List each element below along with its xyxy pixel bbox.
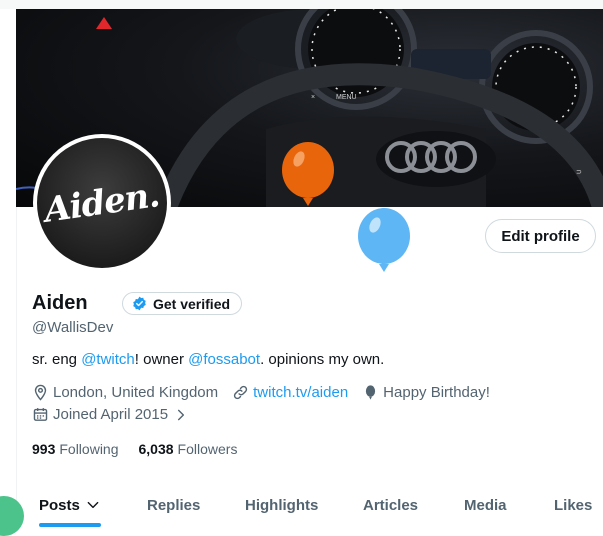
active-tab-indicator: [39, 523, 101, 527]
link-icon: [234, 385, 248, 400]
calendar-icon: [33, 408, 48, 421]
followers-count: 6,038: [138, 441, 174, 457]
orange-balloon-icon: [280, 142, 336, 217]
location-text: London, United Kingdom: [53, 384, 219, 401]
tab-replies[interactable]: Replies: [147, 482, 200, 528]
verified-badge-icon: [133, 296, 146, 311]
birthday-text: Happy Birthday!: [383, 384, 490, 401]
avatar-image: Aiden.: [37, 138, 167, 268]
avatar[interactable]: Aiden.: [33, 134, 171, 272]
tab-likes[interactable]: Likes: [554, 482, 592, 528]
mention-twitch-link[interactable]: @twitch: [81, 351, 135, 368]
tab-highlights[interactable]: Highlights: [245, 482, 318, 528]
get-verified-label: Get verified: [153, 295, 231, 312]
profile-meta-row: London, United Kingdom twitch.tv/aiden H…: [32, 384, 504, 401]
follow-stats: 993 Following 6,038 Followers: [32, 441, 237, 457]
tab-posts-label: Posts: [39, 496, 80, 514]
followers-label: Followers: [177, 441, 238, 457]
following-label: Following: [59, 441, 119, 457]
location-icon: [34, 384, 47, 401]
blue-balloon-icon: [356, 208, 412, 283]
tab-replies-label: Replies: [147, 496, 201, 514]
birthday-item: Happy Birthday!: [362, 384, 490, 401]
bio: sr. eng @twitch! owner @fossabot. opinio…: [32, 351, 384, 368]
tab-highlights-label: Highlights: [245, 496, 319, 514]
joined-text: Joined April 2015: [53, 406, 169, 423]
svg-text:×: ×: [311, 94, 315, 101]
svg-text:⊃: ⊃: [576, 169, 582, 176]
tab-media-label: Media: [464, 496, 507, 514]
following-count: 993: [32, 441, 56, 457]
website-link[interactable]: twitch.tv/aiden: [253, 384, 348, 401]
profile-tabs: Posts Replies Highlights Articles Media …: [16, 482, 603, 528]
edit-profile-button[interactable]: Edit profile: [485, 219, 596, 253]
tab-likes-label: Likes: [554, 496, 593, 514]
tab-posts[interactable]: Posts: [39, 482, 100, 528]
avatar-logo-text: Aiden.: [42, 175, 162, 231]
bio-text-3: . opinions my own.: [260, 351, 385, 368]
joined-item: Joined April 2015: [32, 406, 188, 423]
user-handle: @WallisDev: [32, 319, 114, 336]
mention-fossabot-link[interactable]: @fossabot: [188, 351, 260, 368]
tab-articles-label: Articles: [363, 496, 419, 514]
joined-row[interactable]: Joined April 2015: [32, 406, 202, 423]
location-item: London, United Kingdom: [32, 384, 218, 401]
bio-text-2: ! owner: [134, 351, 189, 368]
bio-text-1: sr. eng: [32, 351, 82, 368]
top-strip: [0, 0, 603, 9]
svg-text:MENU: MENU: [336, 94, 357, 101]
website-item: twitch.tv/aiden: [232, 384, 348, 401]
left-rail: [0, 9, 17, 532]
balloon-icon: [366, 385, 376, 400]
tab-media[interactable]: Media: [464, 482, 507, 528]
followers-link[interactable]: 6,038 Followers: [139, 441, 238, 457]
tab-articles[interactable]: Articles: [363, 482, 418, 528]
get-verified-button[interactable]: Get verified: [122, 292, 243, 315]
following-link[interactable]: 993 Following: [32, 441, 119, 457]
chevron-right-icon: [178, 409, 185, 420]
chevron-down-icon: [87, 501, 99, 509]
display-name: Aiden: [32, 292, 88, 314]
